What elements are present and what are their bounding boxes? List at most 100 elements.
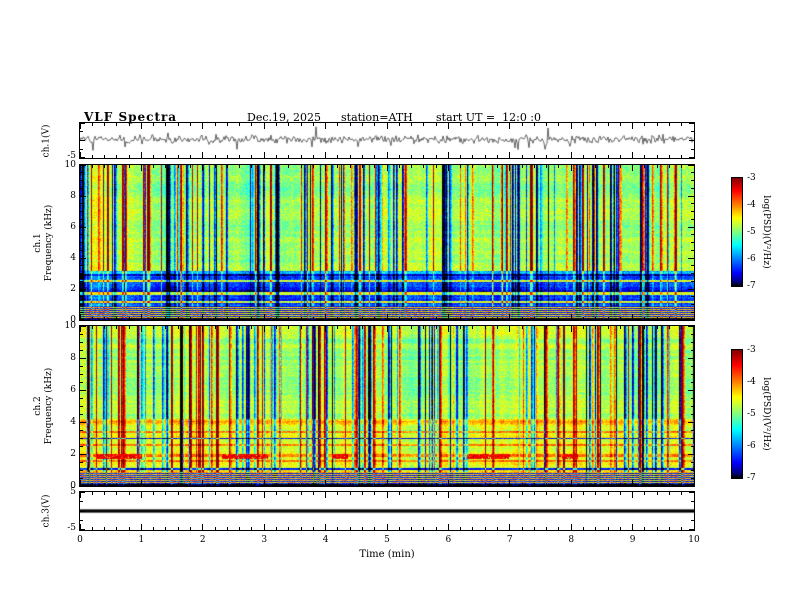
y-tick-mark xyxy=(80,501,83,502)
y-tick-mark xyxy=(80,140,85,141)
x-tick-mark xyxy=(472,317,474,320)
x-tick-mark xyxy=(349,317,351,320)
x-tick-mark xyxy=(398,123,400,126)
x-tick-mark xyxy=(374,123,376,126)
x-tick-mark xyxy=(509,326,511,332)
x-tick-mark xyxy=(619,123,621,126)
x-tick-mark xyxy=(447,480,449,486)
x-tick-mark xyxy=(668,165,670,168)
x-tick-mark xyxy=(447,492,449,498)
freq-tick-label: 10 xyxy=(64,321,76,331)
x-tick-mark xyxy=(521,483,523,486)
ch2-spec-ylabel: ch.2 Frequency (kHz) xyxy=(33,368,55,445)
y-tick-mark xyxy=(80,148,83,150)
x-tick-mark xyxy=(275,123,277,126)
x-tick-mark xyxy=(374,483,376,486)
x-tick-mark xyxy=(91,483,93,486)
x-tick-mark xyxy=(533,317,535,320)
x-tick-mark xyxy=(398,317,400,320)
x-tick-mark xyxy=(619,165,621,168)
x-tick-mark xyxy=(263,165,265,171)
x-tick-mark xyxy=(104,155,106,158)
x-tick-mark xyxy=(656,492,658,495)
x-tick-mark xyxy=(214,123,216,126)
x-tick-mark xyxy=(460,326,462,329)
y-tick-mark xyxy=(691,234,694,236)
freq-tick-label: 4 xyxy=(70,253,76,263)
x-tick-mark xyxy=(202,524,204,530)
y-tick-mark xyxy=(691,349,694,351)
x-tick-mark xyxy=(263,123,265,129)
x-tick-label: 8 xyxy=(568,535,575,545)
x-tick-mark xyxy=(472,123,474,126)
x-tick-label: 7 xyxy=(506,535,513,545)
x-tick-mark xyxy=(349,527,351,530)
freq-tick-label: 0 xyxy=(70,481,76,491)
x-tick-mark xyxy=(546,527,548,530)
y-tick-mark xyxy=(80,453,86,455)
x-tick-mark xyxy=(521,527,523,530)
x-tick-mark xyxy=(300,326,302,329)
x-tick-mark xyxy=(312,165,314,168)
x-tick-label: 10 xyxy=(688,535,700,545)
y-tick-mark xyxy=(691,333,694,335)
x-tick-mark xyxy=(325,480,327,486)
y-tick-mark xyxy=(691,218,694,220)
x-tick-mark xyxy=(202,152,204,158)
x-tick-mark xyxy=(214,326,216,329)
x-tick-mark xyxy=(619,492,621,495)
x-tick-label: 1 xyxy=(138,535,145,545)
freq-tick-label: 2 xyxy=(70,284,76,294)
x-tick-mark xyxy=(521,165,523,168)
x-tick-label: 3 xyxy=(261,535,268,545)
x-tick-mark xyxy=(656,326,658,329)
x-tick-mark xyxy=(546,483,548,486)
x-tick-mark xyxy=(104,483,106,486)
x-tick-mark xyxy=(668,492,670,495)
x-tick-mark xyxy=(202,492,204,498)
x-tick-mark xyxy=(190,527,192,530)
x-tick-mark xyxy=(128,317,130,320)
y-tick-mark xyxy=(80,257,86,259)
x-tick-mark xyxy=(595,165,597,168)
x-tick-mark xyxy=(460,317,462,320)
x-tick-mark xyxy=(533,527,535,530)
y-tick-mark xyxy=(691,273,694,274)
x-tick-mark xyxy=(398,492,400,495)
x-tick-mark xyxy=(165,527,167,530)
x-tick-mark xyxy=(619,326,621,329)
x-tick-mark xyxy=(411,155,413,158)
x-tick-mark xyxy=(644,527,646,530)
x-tick-mark xyxy=(570,165,572,171)
page-title: VLF Spectra xyxy=(84,110,178,124)
x-tick-mark xyxy=(140,314,142,320)
x-tick-mark xyxy=(226,165,228,168)
x-tick-mark xyxy=(300,123,302,126)
x-tick-mark xyxy=(656,155,658,158)
y-tick-mark xyxy=(80,288,86,290)
x-tick-mark xyxy=(140,152,142,158)
x-tick-mark xyxy=(239,483,241,486)
x-tick-mark xyxy=(337,527,339,530)
y-tick-mark xyxy=(80,461,83,463)
x-tick-mark xyxy=(460,483,462,486)
x-tick-mark xyxy=(497,165,499,168)
colorbar-tick-label: -5 xyxy=(747,409,756,419)
freq-tick-label: 6 xyxy=(70,385,76,395)
freq-tick-label: 4 xyxy=(70,417,76,427)
y-tick-mark xyxy=(80,226,86,228)
x-tick-mark xyxy=(619,155,621,158)
x-tick-mark xyxy=(79,165,81,171)
x-tick-mark xyxy=(374,165,376,168)
x-tick-mark xyxy=(644,483,646,486)
x-tick-mark xyxy=(435,317,437,320)
x-tick-mark xyxy=(423,165,425,168)
y-tick-mark xyxy=(80,164,86,166)
y-tick-mark xyxy=(691,242,694,243)
x-tick-mark xyxy=(153,527,155,530)
x-tick-mark xyxy=(361,123,363,126)
x-tick-mark xyxy=(546,317,548,320)
y-tick-mark xyxy=(688,195,694,197)
x-tick-mark xyxy=(570,524,572,530)
x-tick-mark xyxy=(398,483,400,486)
